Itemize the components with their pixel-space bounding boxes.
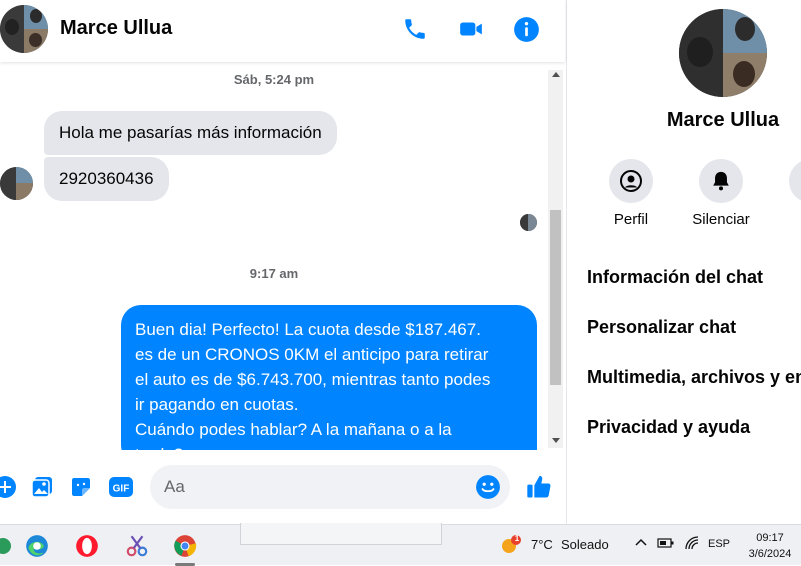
sticker-icon[interactable] bbox=[68, 474, 94, 500]
outgoing-message[interactable]: Buen dia! Perfecto! La cuota desde $187.… bbox=[121, 305, 537, 450]
message-line: el auto es de $6.743.700, mientras tanto… bbox=[135, 370, 491, 389]
profile-icon[interactable] bbox=[609, 159, 653, 203]
contact-avatar[interactable] bbox=[679, 9, 767, 97]
weather-badge: 1 bbox=[514, 534, 520, 543]
scissors-app-icon[interactable] bbox=[122, 531, 152, 561]
read-receipt-avatar bbox=[520, 214, 537, 231]
clock-date: 3/6/2024 bbox=[748, 548, 792, 560]
taskbar-search-box[interactable] bbox=[240, 523, 442, 545]
weather-condition[interactable]: Soleado bbox=[561, 537, 609, 552]
wifi-icon[interactable] bbox=[684, 535, 700, 554]
edge-icon[interactable] bbox=[22, 531, 52, 561]
action-label: Bu bbox=[771, 211, 801, 228]
message-line: ir pagando en cuotas. bbox=[135, 395, 299, 414]
message-input-box[interactable] bbox=[150, 465, 510, 509]
message-list[interactable]: Sáb, 5:24 pm Hola me pasarías más inform… bbox=[0, 62, 548, 450]
opera-icon[interactable] bbox=[72, 531, 102, 561]
plus-icon[interactable] bbox=[0, 474, 18, 500]
gif-icon[interactable]: GIF bbox=[108, 474, 134, 500]
contact-name: Marce Ullua bbox=[666, 109, 780, 131]
group-avatar[interactable] bbox=[0, 5, 48, 53]
composer: GIF bbox=[0, 455, 565, 520]
timestamp: 9:17 am bbox=[249, 266, 299, 281]
action-label: Silenciar bbox=[692, 211, 750, 228]
mute-action[interactable]: Silenciar bbox=[681, 159, 761, 228]
chrome-icon[interactable] bbox=[170, 531, 200, 561]
chat-header: Marce Ullua bbox=[0, 0, 565, 62]
windows-taskbar: 1 7°C Soleado ESP 09:17 3/6/2024 bbox=[0, 523, 801, 566]
bell-icon[interactable] bbox=[699, 159, 743, 203]
incoming-message[interactable]: Hola me pasarías más información bbox=[44, 111, 337, 155]
menu-privacy-help[interactable]: Privacidad y ayuda bbox=[587, 417, 750, 438]
chat-details-panel: Marce Ullua Perfil Silenciar Bu Informac… bbox=[566, 0, 801, 524]
svg-text:GIF: GIF bbox=[113, 484, 130, 495]
phone-icon[interactable] bbox=[401, 15, 429, 43]
scrollbar-thumb[interactable] bbox=[550, 210, 561, 385]
emoji-icon[interactable] bbox=[475, 474, 501, 500]
video-camera-icon[interactable] bbox=[457, 15, 485, 43]
chat-title[interactable]: Marce Ullua bbox=[60, 17, 172, 40]
clock[interactable]: 09:17 3/6/2024 bbox=[740, 530, 800, 562]
scroll-up-arrow[interactable] bbox=[552, 72, 560, 77]
clock-time: 09:17 bbox=[756, 532, 784, 544]
messenger-app: Marce Ullua Sáb, 5:24 pm Hola me pasaría… bbox=[0, 0, 801, 524]
thumbs-up-icon[interactable] bbox=[524, 472, 554, 502]
message-line: es de un CRONOS 0KM el anticipo para ret… bbox=[135, 345, 489, 364]
profile-action[interactable]: Perfil bbox=[591, 159, 671, 228]
chat-column: Marce Ullua Sáb, 5:24 pm Hola me pasaría… bbox=[0, 0, 565, 524]
search-action[interactable]: Bu bbox=[771, 159, 801, 228]
message-input[interactable] bbox=[164, 465, 464, 509]
image-icon[interactable] bbox=[29, 474, 55, 500]
language-indicator[interactable]: ESP bbox=[708, 538, 730, 550]
message-line: tarde? bbox=[135, 442, 523, 450]
info-icon[interactable] bbox=[512, 15, 540, 43]
weather-icon[interactable]: 1 bbox=[500, 534, 522, 556]
scroll-down-arrow[interactable] bbox=[552, 438, 560, 443]
message-line: Buen dia! Perfecto! La cuota desde $187.… bbox=[135, 320, 481, 339]
taskbar-app-icon[interactable] bbox=[0, 531, 18, 561]
menu-chat-info[interactable]: Información del chat bbox=[587, 267, 763, 288]
search-icon[interactable] bbox=[789, 159, 801, 203]
sender-avatar[interactable] bbox=[0, 167, 33, 200]
message-line: Cuándo podes hablar? A la mañana o a la bbox=[135, 420, 452, 439]
weather-temp[interactable]: 7°C bbox=[531, 537, 553, 552]
incoming-message[interactable]: 2920360436 bbox=[44, 157, 169, 201]
chevron-up-icon[interactable] bbox=[634, 535, 648, 552]
timestamp: Sáb, 5:24 pm bbox=[233, 72, 315, 87]
battery-icon[interactable] bbox=[657, 536, 675, 553]
menu-customize-chat[interactable]: Personalizar chat bbox=[587, 317, 736, 338]
menu-media-files[interactable]: Multimedia, archivos y enlaces bbox=[587, 367, 801, 388]
action-label: Perfil bbox=[613, 211, 649, 228]
